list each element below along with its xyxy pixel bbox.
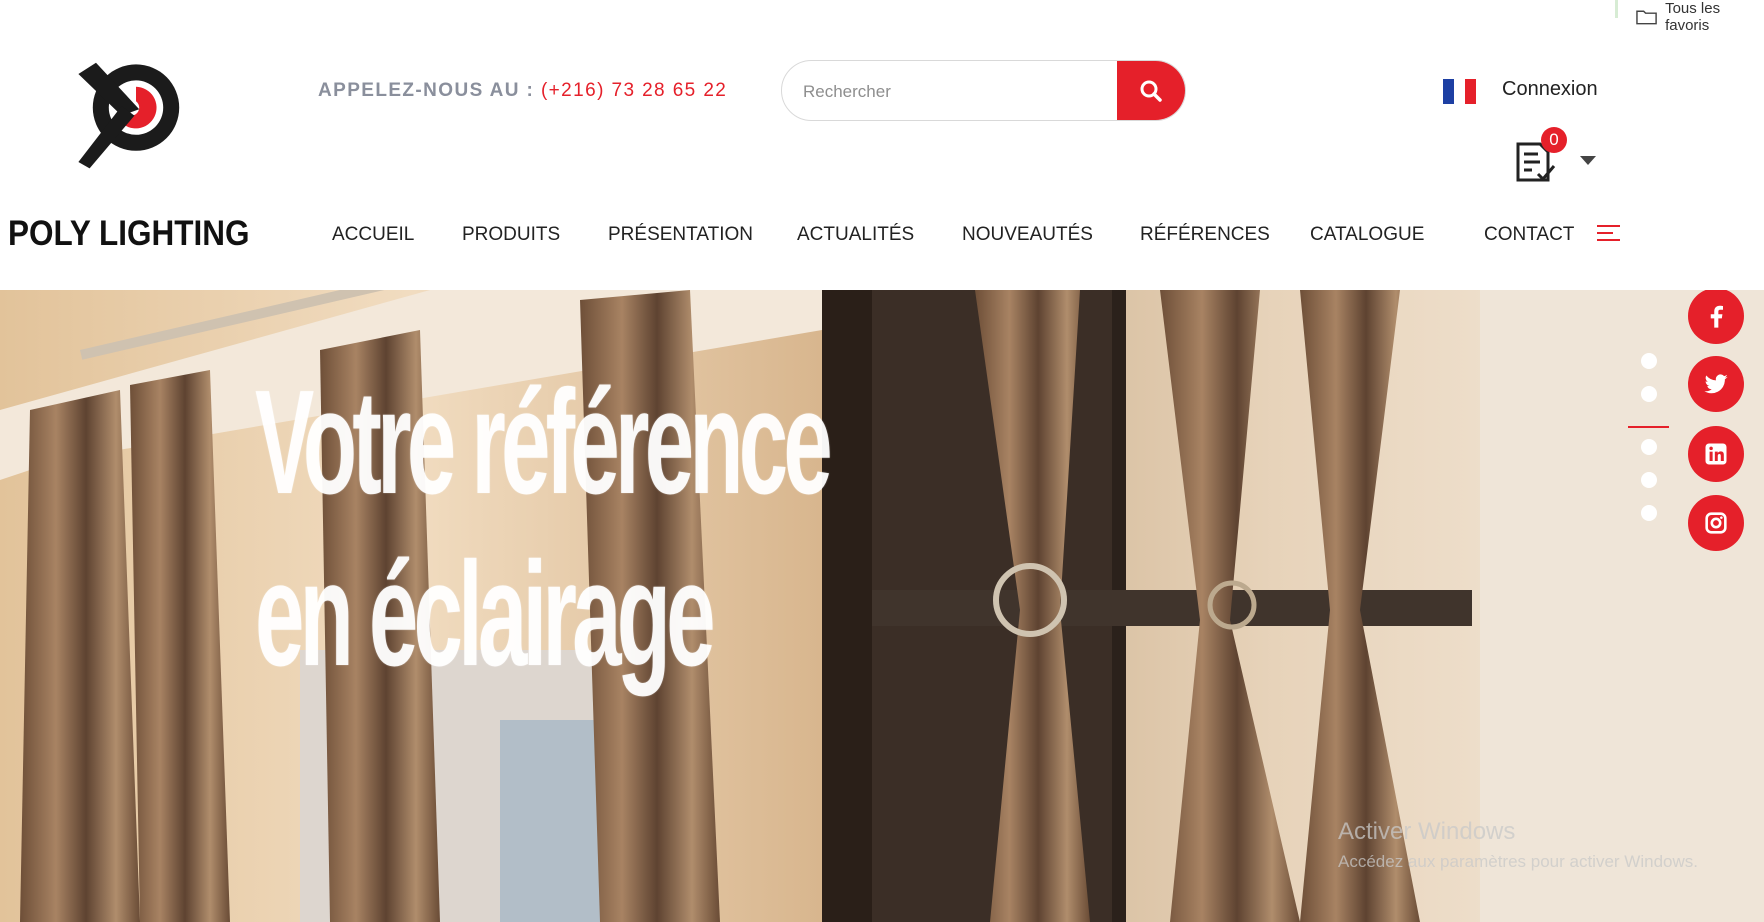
watermark-title: Activer Windows [1338, 818, 1516, 845]
slider-dot-1[interactable] [1641, 353, 1657, 369]
quote-count-badge: 0 [1541, 127, 1567, 153]
favorites-separator [1615, 0, 1618, 18]
login-link[interactable]: Connexion [1502, 78, 1598, 101]
watermark-subtitle: Accédez aux paramètres pour activer Wind… [1338, 852, 1698, 871]
nav-produits[interactable]: PRODUITS [462, 224, 560, 246]
linkedin-icon [1705, 443, 1727, 465]
slider-active-indicator[interactable] [1628, 426, 1669, 428]
call-label: APPELEZ-NOUS AU : [318, 80, 541, 101]
hero-headline-line1: Votre référence [255, 360, 833, 525]
search-icon [1140, 80, 1162, 102]
favorites-folder[interactable]: Tous les favoris [1636, 0, 1764, 34]
brand-name: POLY LIGHTING [8, 214, 250, 253]
slider-dot-5[interactable] [1641, 472, 1657, 488]
search-button[interactable] [1117, 61, 1185, 120]
search-box [781, 60, 1186, 121]
twitter-button[interactable] [1688, 356, 1744, 412]
french-flag-icon[interactable] [1443, 79, 1476, 104]
hero-slider: Votre référence en éclairage Activer Win… [0, 290, 1764, 922]
phone-number[interactable]: (+216) 73 28 65 22 [541, 80, 727, 101]
chevron-down-icon[interactable] [1580, 156, 1596, 165]
windows-activation-watermark: Activer Windows Accédez aux paramètres p… [1338, 818, 1698, 872]
call-us: APPELEZ-NOUS AU : (+216) 73 28 65 22 [318, 80, 727, 102]
nav-nouveautes[interactable]: NOUVEAUTÉS [962, 224, 1093, 246]
poly-lighting-logo[interactable] [8, 58, 248, 218]
facebook-icon [1710, 305, 1723, 328]
nav-accueil[interactable]: ACCUEIL [332, 224, 414, 246]
twitter-icon [1704, 374, 1728, 394]
folder-icon [1636, 10, 1657, 25]
nav-contact[interactable]: CONTACT [1484, 224, 1574, 246]
slider-dot-2[interactable] [1641, 386, 1657, 402]
nav-catalogue[interactable]: CATALOGUE [1310, 224, 1424, 246]
nav-presentation[interactable]: PRÉSENTATION [608, 224, 753, 246]
search-input[interactable] [801, 61, 1095, 120]
hero-headline-line2: en éclairage [255, 532, 716, 697]
instagram-icon [1705, 512, 1727, 534]
nav-actualites[interactable]: ACTUALITÉS [797, 224, 914, 246]
slider-dot-6[interactable] [1641, 505, 1657, 521]
hero-headline: Votre référence en éclairage [255, 358, 833, 702]
instagram-button[interactable] [1688, 495, 1744, 551]
favorites-label: Tous les favoris [1665, 0, 1721, 34]
menu-icon[interactable] [1597, 225, 1620, 243]
slider-dot-4[interactable] [1641, 439, 1657, 455]
facebook-button[interactable] [1688, 290, 1744, 344]
nav-references[interactable]: RÉFÉRENCES [1140, 224, 1270, 246]
linkedin-button[interactable] [1688, 426, 1744, 482]
